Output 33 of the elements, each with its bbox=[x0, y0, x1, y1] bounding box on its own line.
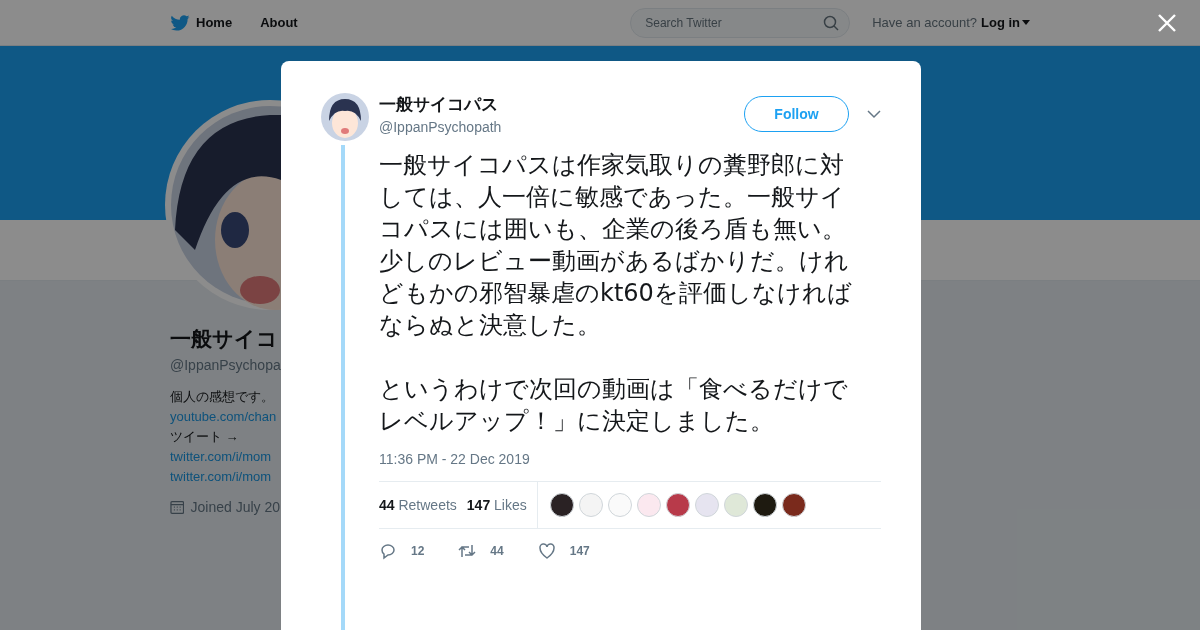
nav-link[interactable]: Home bbox=[170, 14, 233, 31]
search-input[interactable]: Search Twitter bbox=[643, 14, 824, 31]
tweet-text: というわけで次回の動画は「食べるだけでレベルアップ！」に決定しました。 bbox=[379, 374, 849, 437]
heart-icon[interactable] bbox=[537, 542, 556, 560]
liker-avatar[interactable] bbox=[752, 493, 777, 517]
chevron-icon[interactable] bbox=[867, 109, 881, 119]
calendar-icon bbox=[170, 499, 185, 515]
bio-text: ツイート → bbox=[170, 428, 239, 446]
bird-icon bbox=[170, 14, 190, 31]
action-count: 12 bbox=[411, 544, 425, 558]
action-count: 147 bbox=[569, 544, 590, 558]
login-link[interactable]: Log in bbox=[981, 15, 1030, 30]
profile-name: 一般サイコ bbox=[170, 326, 279, 352]
author-name: 一般サイコパス bbox=[379, 94, 499, 116]
profile-handle: @IppanPsychopa bbox=[170, 357, 280, 373]
action-count: 44 bbox=[490, 544, 504, 558]
bio-text: 個人の感想です。 bbox=[170, 388, 274, 406]
stat-link[interactable]: 44 Retweets bbox=[379, 497, 457, 513]
speech-bubble-icon[interactable] bbox=[379, 542, 397, 560]
account-prompt: Have an account? bbox=[872, 15, 977, 30]
search-icon bbox=[823, 14, 840, 31]
liker-avatar[interactable] bbox=[781, 493, 806, 517]
retweet-icon[interactable] bbox=[458, 542, 477, 560]
nav-link[interactable]: About bbox=[260, 15, 298, 30]
joined-date: Joined July 20 bbox=[190, 499, 280, 515]
author-handle: @IppanPsychopath bbox=[379, 119, 503, 135]
search-field[interactable]: Search Twitter bbox=[630, 7, 851, 38]
tweet-timestamp: 11:36 PM - 22 Dec 2019 bbox=[379, 451, 531, 467]
liker-avatar[interactable] bbox=[549, 493, 574, 517]
tweet-text: 一般サイコパスは作家気取りの糞野郎に対しては、人一倍に敏感であった。一般サイコパスには囲いも、企業の後ろ盾も無い。少しのレビュー動画があるばかりだ。けれどもかの邪智暴虐のkt60を評価しなければならぬと決意した。 bbox=[379, 150, 853, 341]
caret-icon bbox=[1022, 20, 1030, 25]
stat-link[interactable]: 147 Likes bbox=[466, 497, 527, 513]
close-icon[interactable] bbox=[1158, 14, 1176, 32]
